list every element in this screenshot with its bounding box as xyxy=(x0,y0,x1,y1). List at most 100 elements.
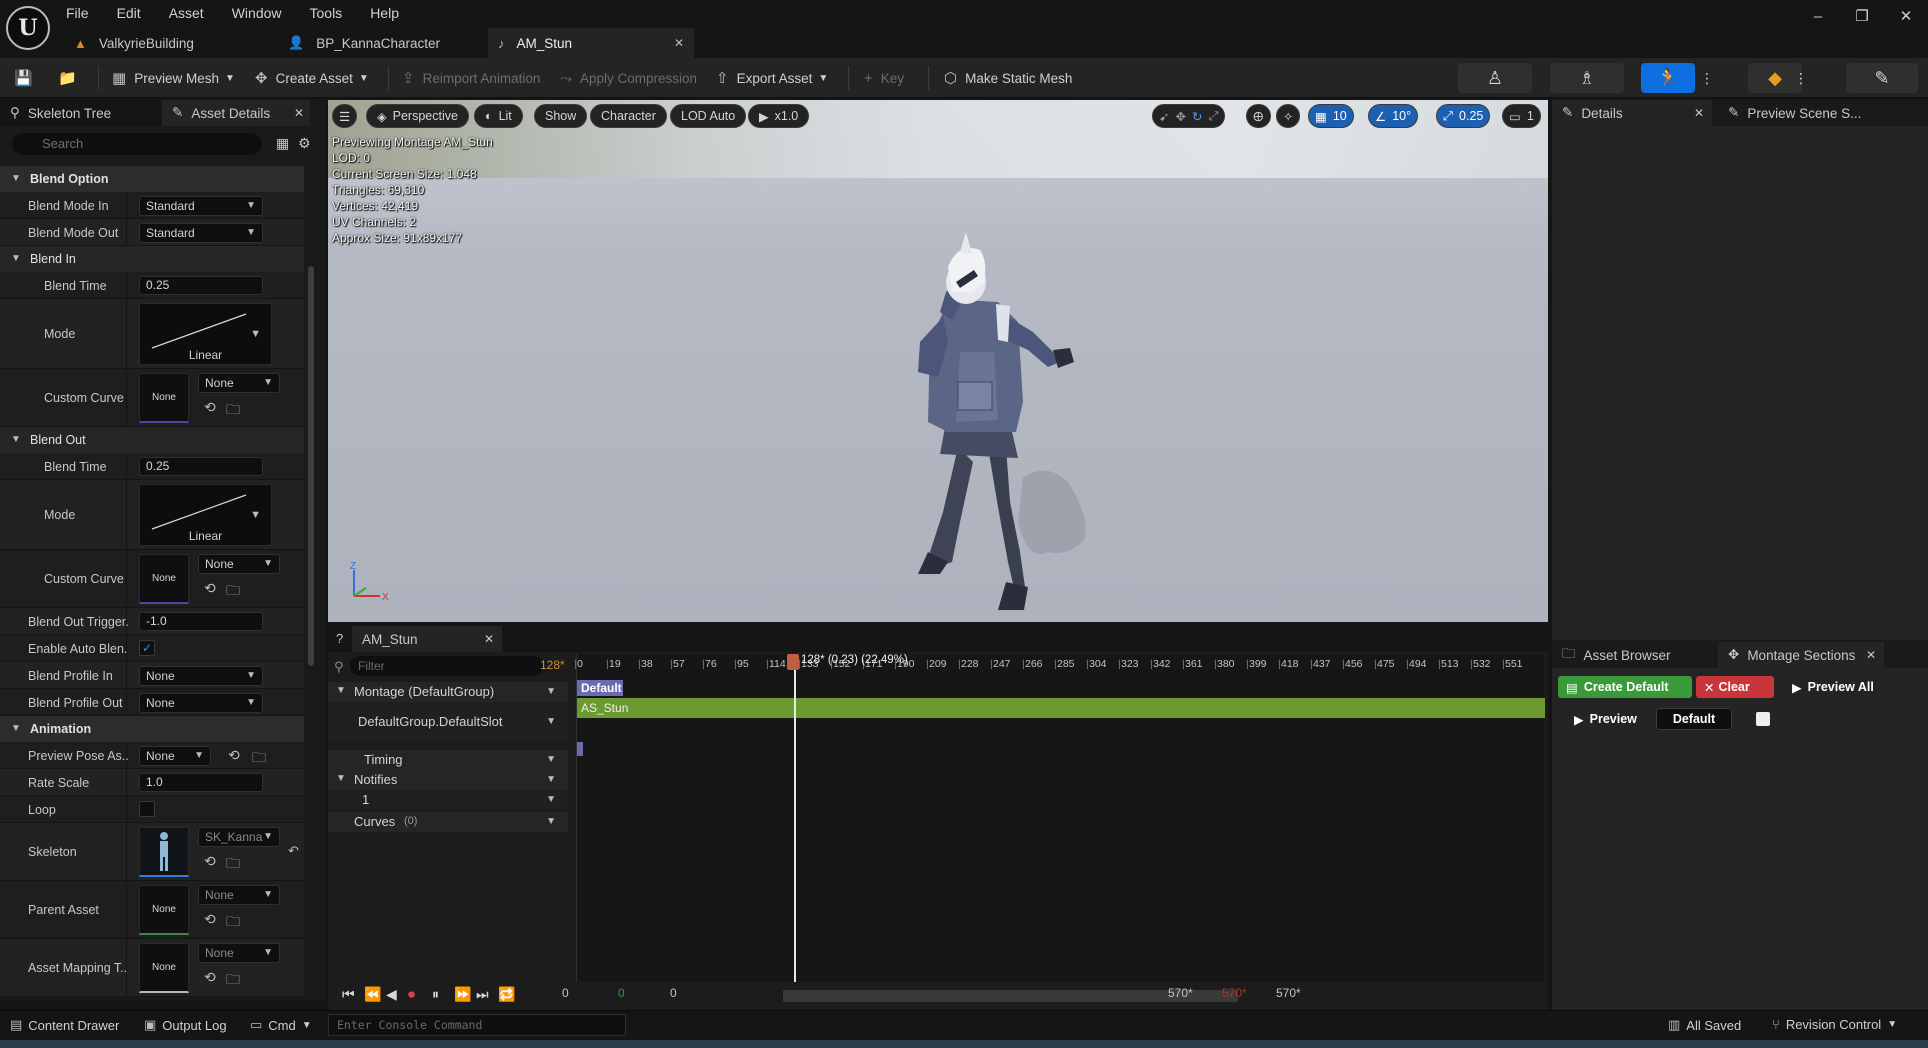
rate-scale-input[interactable]: 1.0 xyxy=(139,773,263,792)
curve-thumbnail[interactable]: None xyxy=(139,373,189,423)
character-preview[interactable] xyxy=(848,222,1108,622)
apply-compression-button[interactable]: ⤳ Apply Compression xyxy=(560,64,697,92)
use-selected-icon[interactable]: ⟲ xyxy=(228,747,240,764)
search-input[interactable]: Search xyxy=(12,133,262,155)
curve-thumbnail[interactable]: None xyxy=(139,554,189,604)
blend-in-curve-dropdown[interactable]: None ▼ xyxy=(198,373,280,393)
animation-mode-icon[interactable]: 🏃 xyxy=(1641,63,1695,93)
use-selected-icon[interactable]: ⟲ xyxy=(204,580,216,597)
scale-snap-button[interactable]: ⤢ 0.25 xyxy=(1436,104,1491,128)
blend-out-trigger-input[interactable]: -1.0 xyxy=(139,612,263,631)
section-default-chip[interactable]: Default xyxy=(1656,708,1732,730)
browse-icon[interactable]: 📁 xyxy=(58,64,85,92)
parent-asset-thumbnail[interactable]: None xyxy=(139,885,189,935)
move-icon[interactable]: ✥ xyxy=(1175,109,1185,124)
tab-am-stun-timeline[interactable]: AM_Stun ✕ xyxy=(352,626,502,652)
reimport-animation-button[interactable]: ⇪ Reimport Animation xyxy=(402,64,540,92)
show-button[interactable]: Show xyxy=(534,104,588,128)
camera-speed-button[interactable]: ▭ 1 xyxy=(1502,104,1541,128)
skeleton-thumbnail[interactable] xyxy=(139,827,189,877)
blend-in-mode-picker[interactable]: ▼ Linear xyxy=(139,303,272,365)
console-input[interactable]: Enter Console Command xyxy=(328,1014,626,1036)
scale-icon[interactable]: ⤢ xyxy=(1208,109,1218,124)
preview-mesh-button[interactable]: ▦ Preview Mesh ▼ xyxy=(112,64,235,92)
gear-icon[interactable]: ⚙ xyxy=(298,135,311,152)
maximize-button[interactable]: ❐ xyxy=(1840,7,1884,25)
section-checkbox[interactable] xyxy=(1756,712,1770,726)
menu-tools[interactable]: Tools xyxy=(310,5,343,21)
asset-mapping-dropdown[interactable]: None ▼ xyxy=(198,943,280,963)
browse-folder-icon[interactable]: 🗀 xyxy=(226,969,240,993)
use-selected-icon[interactable]: ⟲ xyxy=(204,853,216,870)
rotate-icon[interactable]: ↻ xyxy=(1192,109,1202,124)
key-button[interactable]: + Key xyxy=(864,64,904,92)
more-options-icon[interactable]: ⋮ xyxy=(1696,63,1718,93)
menu-window[interactable]: Window xyxy=(232,5,282,21)
mesh-mode-icon[interactable]: ♗ xyxy=(1550,63,1624,93)
browse-folder-icon[interactable]: 🗀 xyxy=(226,911,240,935)
record-icon[interactable]: ⏺ xyxy=(408,986,415,1003)
tab-preview-scene-settings[interactable]: ✎ Preview Scene S... xyxy=(1718,100,1918,126)
loop-checkbox[interactable] xyxy=(139,801,155,817)
tab-details[interactable]: ✎ Details ✕ xyxy=(1552,100,1712,126)
close-icon[interactable]: ✕ xyxy=(1694,106,1704,120)
skeleton-mode-icon[interactable]: ♙ xyxy=(1458,63,1532,93)
track-notifies[interactable]: ▼ Notifies ▼ xyxy=(328,770,568,790)
table-view-icon[interactable]: ▦ xyxy=(276,135,289,152)
tab-montage-sections[interactable]: ✥ Montage Sections ✕ xyxy=(1718,642,1884,668)
section-default-marker[interactable]: Default xyxy=(577,680,623,696)
skip-to-end-icon[interactable]: ⏭ xyxy=(476,986,489,1003)
browse-folder-icon[interactable]: 🗀 xyxy=(226,580,240,604)
output-log-button[interactable]: ▣ Output Log xyxy=(144,1017,227,1033)
blend-mode-in-dropdown[interactable]: Standard ▼ xyxy=(139,196,263,216)
preview-all-button[interactable]: ▶ Preview All xyxy=(1784,676,1882,698)
content-drawer-button[interactable]: ▤ Content Drawer xyxy=(10,1017,119,1033)
cmd-button[interactable]: ▭ Cmd ▼ xyxy=(250,1017,312,1033)
step-forward-icon[interactable]: ⏩ xyxy=(454,986,471,1003)
timeline-grid[interactable]: 0 | 19 | 38 | 57 | 76 | 95 | 114 | 133 | 152 | 171 | 190 | 209… xyxy=(574,654,1545,984)
track-default-slot[interactable]: DefaultGroup.DefaultSlot ▼ xyxy=(328,702,568,742)
play-reverse-icon[interactable]: ◀ xyxy=(386,986,397,1003)
menu-edit[interactable]: Edit xyxy=(117,5,141,21)
close-icon[interactable]: ✕ xyxy=(1866,648,1876,662)
browse-folder-icon[interactable]: 🗀 xyxy=(226,399,240,423)
browse-folder-icon[interactable]: 🗀 xyxy=(226,853,240,877)
time-ruler[interactable]: 0 | 19 | 38 | 57 | 76 | 95 | 114 | 133 | 152 | 171 | 190 | 209… xyxy=(574,658,1545,674)
save-icon[interactable]: 💾 xyxy=(14,64,41,92)
parent-asset-dropdown[interactable]: None ▼ xyxy=(198,885,280,905)
revision-control-button[interactable]: ⑂ Revision Control ▼ xyxy=(1772,1017,1897,1032)
lit-button[interactable]: ◐ Lit xyxy=(474,104,523,128)
perspective-button[interactable]: ◈ Perspective xyxy=(366,104,469,128)
scrollbar[interactable] xyxy=(308,266,314,666)
tab-asset-details[interactable]: ✎ Asset Details ✕ xyxy=(162,100,310,126)
tab-am-stun[interactable]: ♪ AM_Stun ✕ xyxy=(488,28,694,58)
grid-snap-button[interactable]: ▦ 10 xyxy=(1308,104,1354,128)
track-timing[interactable]: Timing ▼ xyxy=(328,750,568,770)
tab-skeleton-tree[interactable]: ⚲ Skeleton Tree xyxy=(0,100,160,126)
blend-in-time-input[interactable]: 0.25 xyxy=(139,276,263,295)
track-curves[interactable]: Curves (0) ▼ xyxy=(328,812,568,832)
menu-file[interactable]: File xyxy=(66,5,89,21)
make-static-mesh-button[interactable]: ⬡ Make Static Mesh xyxy=(944,64,1072,92)
preview-section-button[interactable]: ▶ Preview xyxy=(1566,708,1645,730)
pause-icon[interactable]: ⏸ xyxy=(432,986,439,1003)
blend-profile-out-dropdown[interactable]: None ▼ xyxy=(139,693,263,713)
skeleton-dropdown[interactable]: SK_Kanna ▼ xyxy=(198,827,280,847)
hamburger-menu-icon[interactable]: ☰ xyxy=(332,104,358,128)
menu-asset[interactable]: Asset xyxy=(169,5,204,21)
use-selected-icon[interactable]: ⟲ xyxy=(204,969,216,986)
close-icon[interactable]: ✕ xyxy=(484,632,494,646)
preview-viewport[interactable]: ☰ ◈ Perspective ◐ Lit Show Character LOD… xyxy=(328,100,1548,622)
select-icon[interactable]: ➹ xyxy=(1159,109,1169,124)
close-icon[interactable]: ✕ xyxy=(294,106,304,120)
use-selected-icon[interactable]: ⟲ xyxy=(204,911,216,928)
unreal-logo-icon[interactable]: U xyxy=(6,6,50,50)
reset-arrow-icon[interactable]: ↶ xyxy=(288,843,299,859)
track-notify-1[interactable]: 1 ▼ xyxy=(328,790,568,810)
enable-auto-blend-checkbox[interactable]: ✓ xyxy=(139,640,155,656)
tab-bp-kanna-character[interactable]: 👤 BP_KannaCharacter xyxy=(278,28,478,58)
skip-to-start-icon[interactable]: ⏮ xyxy=(342,986,355,1003)
clear-button[interactable]: ✕ Clear xyxy=(1696,676,1774,698)
tab-valkyrie-building[interactable]: ▲ ValkyrieBuilding xyxy=(64,28,234,58)
section-animation[interactable]: ▼ Animation xyxy=(0,716,304,742)
